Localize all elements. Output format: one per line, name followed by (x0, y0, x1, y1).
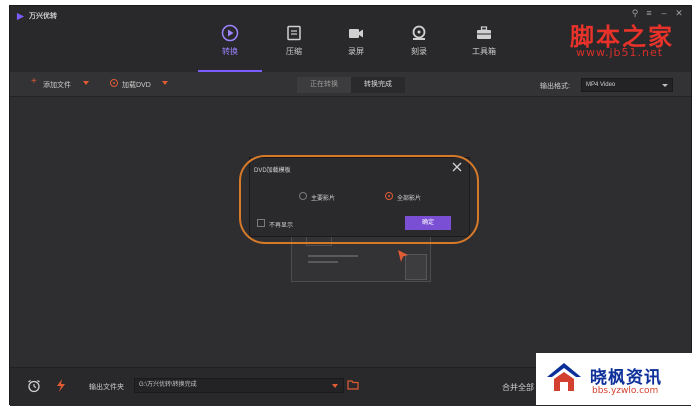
high-speed-icon[interactable] (55, 378, 67, 393)
add-file-label: 添加文件 (43, 82, 71, 89)
chevron-down-icon[interactable] (162, 81, 168, 85)
tab-toolbox[interactable]: 工具箱 (452, 6, 516, 72)
brand-name: 晓枫资讯 (590, 368, 662, 388)
tab-burn[interactable]: 刻录 (387, 6, 451, 72)
output-format-value: MP4 Video (586, 82, 616, 88)
tab-convert[interactable]: 转换 (198, 6, 262, 72)
highlight-outline (239, 155, 479, 244)
tab-convert-label: 转换 (222, 47, 238, 56)
close-window-icon[interactable]: ✕ (673, 8, 685, 20)
brand-watermark: 晓枫资讯 bbs.yzwlo.com (536, 353, 692, 405)
brand-logo-icon (547, 363, 581, 391)
tab-converted[interactable]: 转换完成 (351, 77, 405, 93)
dvd-icon (110, 79, 118, 87)
chevron-down-icon[interactable] (83, 81, 89, 85)
cursor-icon (398, 250, 408, 262)
chevron-down-icon (332, 384, 338, 388)
key-icon[interactable]: ⚲ (629, 8, 641, 20)
output-format-label: 输出格式: (540, 83, 570, 90)
alarm-clock-icon[interactable] (27, 379, 41, 393)
chevron-down-icon (662, 84, 668, 87)
conversion-status-tabs: 正在转换 转换完成 (297, 77, 405, 93)
tab-compress[interactable]: 压缩 (262, 6, 326, 72)
app-title: 万兴优转 (29, 13, 57, 20)
load-dvd-label: 加载DVD (122, 82, 151, 89)
load-dvd-button[interactable]: 加载DVD (110, 79, 172, 91)
toolbox-icon (477, 26, 491, 39)
open-folder-icon[interactable] (347, 380, 359, 390)
illustration-line (308, 261, 338, 263)
watermark-url: www.jb51.net (576, 46, 664, 59)
app-logo-icon (16, 12, 25, 21)
brand-url: bbs.yzwlo.com (592, 386, 659, 396)
output-folder-select[interactable]: G:\万兴优转\转换完成 (134, 378, 344, 393)
output-format-select[interactable]: MP4 Video (581, 78, 673, 92)
add-file-button[interactable]: + 添加文件 (31, 76, 93, 91)
merge-all-label: 合并全部 (502, 383, 534, 392)
burn-disc-icon (412, 25, 426, 40)
plus-icon: + (31, 76, 37, 87)
tab-compress-label: 压缩 (286, 47, 302, 56)
tab-record-screen-label: 录屏 (348, 47, 364, 56)
record-screen-icon (349, 29, 363, 38)
menu-icon[interactable]: ≡ (643, 8, 655, 20)
convert-icon (221, 24, 239, 42)
tab-record-screen[interactable]: 录屏 (324, 6, 388, 72)
tab-converting[interactable]: 正在转换 (297, 77, 351, 93)
output-folder-path: G:\万兴优转\转换完成 (139, 382, 197, 388)
toolbar: + 添加文件 加载DVD 正在转换 转换完成 输出格式: MP4 Video (10, 72, 691, 97)
tab-toolbox-label: 工具箱 (472, 47, 496, 56)
output-folder-label: 输出文件夹 (89, 384, 124, 391)
title-bar: 万兴优转 转换 压缩 录屏 刻录 工具箱 脚本之家 www.jb51.net ⚲… (10, 6, 691, 72)
tab-burn-label: 刻录 (411, 47, 427, 56)
compress-icon (287, 25, 301, 41)
minimize-icon[interactable]: – (658, 8, 670, 20)
illustration-line (308, 255, 358, 257)
